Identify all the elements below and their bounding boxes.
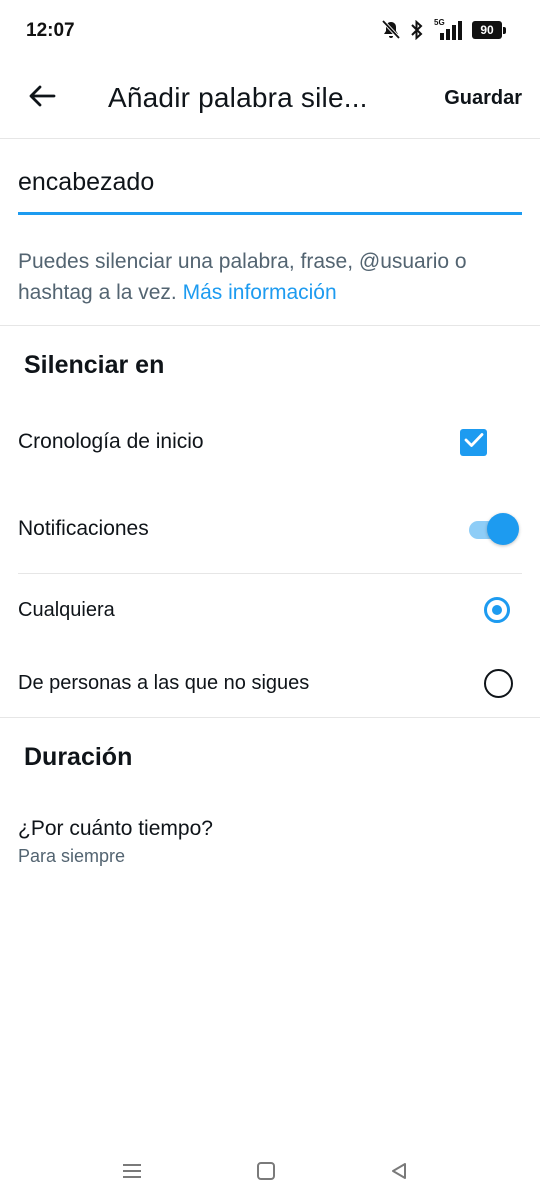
helper-text: Puedes silenciar una palabra, frase, @us… [18, 246, 522, 308]
muted-word-value: encabezado [18, 168, 155, 196]
status-time: 12:07 [26, 20, 75, 41]
status-bar: 12:07 5G 90 [0, 0, 540, 62]
notifications-label: Notificaciones [18, 517, 149, 540]
save-button[interactable]: Guardar [444, 87, 522, 110]
mute-in-title: Silenciar en [24, 351, 165, 379]
system-nav-bar [0, 1140, 540, 1200]
option-anyone-label: Cualquiera [18, 599, 115, 621]
option-not-following-radio[interactable] [484, 669, 513, 698]
battery-icon: 90 [472, 21, 506, 39]
option-not-following-label: De personas a las que no sigues [18, 672, 310, 694]
top-app-bar: Añadir palabra sile... Guardar [0, 62, 540, 139]
duration-question[interactable]: ¿Por cuánto tiempo? [18, 817, 213, 841]
page-title: Añadir palabra sile... [108, 82, 368, 113]
home-icon[interactable] [251, 1156, 281, 1186]
toggle-knob [487, 513, 519, 545]
learn-more-link[interactable]: Más información [183, 281, 337, 304]
duration-value: Para siempre [18, 846, 126, 866]
notifications-toggle[interactable] [467, 512, 519, 548]
status-icons: 5G 90 [382, 18, 506, 40]
back-icon[interactable] [384, 1156, 414, 1186]
section-divider [0, 325, 540, 326]
notifications-muted-icon [382, 20, 400, 40]
duration-title: Duración [24, 743, 133, 771]
home-timeline-checkbox[interactable] [460, 429, 487, 456]
option-anyone-radio[interactable] [484, 597, 510, 623]
signal-5g-icon: 5G [434, 18, 462, 40]
home-timeline-label: Cronología de inicio [18, 430, 204, 453]
arrow-left-icon [28, 84, 56, 113]
bluetooth-icon [410, 20, 424, 40]
row-divider [18, 573, 522, 574]
checkmark-icon [464, 432, 484, 453]
muted-word-input[interactable]: encabezado [18, 160, 522, 215]
recent-apps-icon[interactable] [117, 1156, 147, 1186]
battery-level: 90 [480, 23, 494, 37]
back-button[interactable] [22, 78, 62, 118]
section-divider [0, 717, 540, 718]
